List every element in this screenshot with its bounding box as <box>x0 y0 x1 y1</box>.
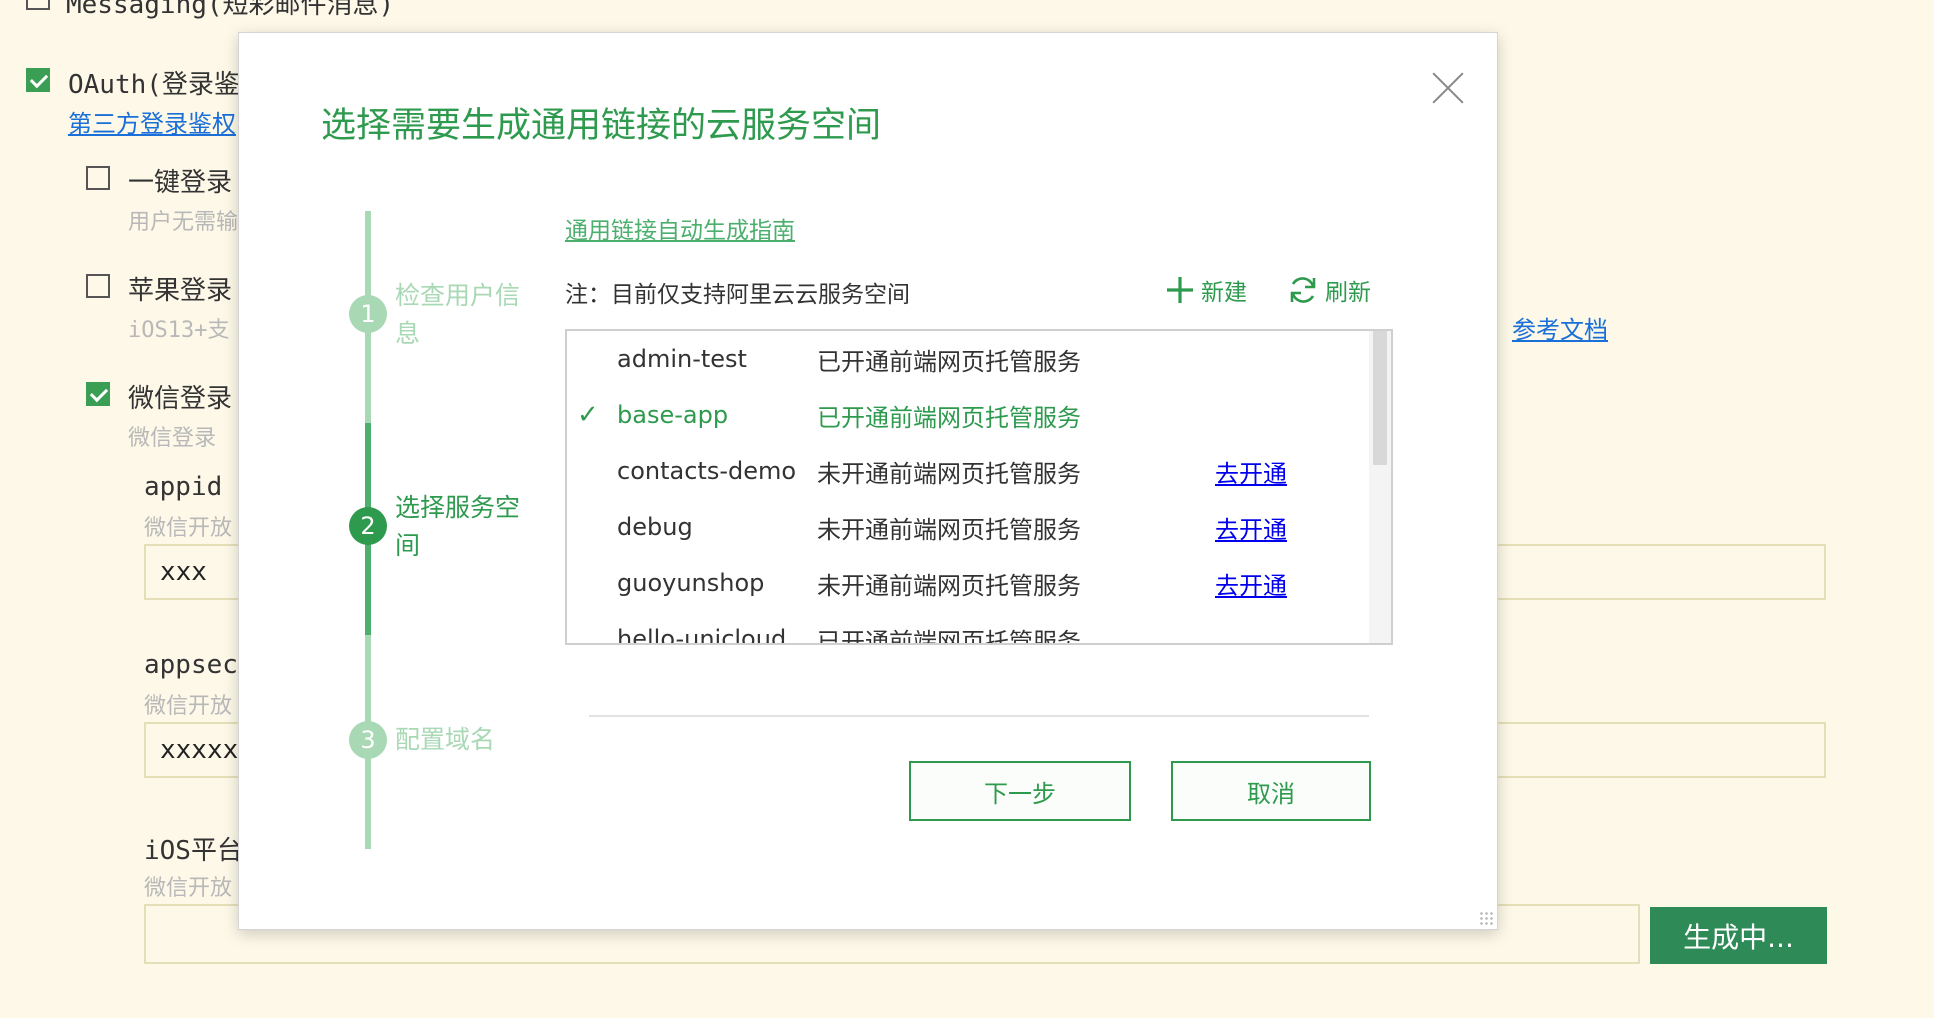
footer-divider <box>589 715 1369 717</box>
step-3-circle: 3 <box>349 721 387 759</box>
space-row-debug[interactable]: debug 未开通前端网页托管服务 去开通 <box>567 499 1367 555</box>
step-2-circle: 2 <box>349 507 387 545</box>
space-row-hello-unicloud[interactable]: hello-unicloud 已开通前端网页托管服务 <box>567 611 1367 645</box>
step-3-label: 配置域名 <box>395 725 496 754</box>
refresh-label: 刷新 <box>1325 280 1371 306</box>
space-row-admin-test[interactable]: admin-test 已开通前端网页托管服务 <box>567 331 1367 387</box>
one-click-login-checkbox[interactable] <box>86 166 110 190</box>
select-cloud-space-dialog: 选择需要生成通用链接的云服务空间 1 检查用户信息 2 选择服务空间 3 配置域… <box>238 32 1498 930</box>
appid-label: appid <box>144 472 223 502</box>
space-row-base-app[interactable]: ✓ base-app 已开通前端网页托管服务 <box>567 387 1367 443</box>
refresh-button[interactable]: 刷新 <box>1287 273 1371 307</box>
space-name: contacts-demo <box>617 457 797 485</box>
space-status: 未开通前端网页托管服务 <box>817 571 1081 600</box>
step-1-circle: 1 <box>349 295 387 333</box>
apple-login-desc: iOS13+支 <box>128 318 230 343</box>
space-status: 已开通前端网页托管服务 <box>817 627 1081 645</box>
space-name: admin-test <box>617 345 747 373</box>
wechat-login-label: 微信登录 <box>128 384 233 414</box>
universal-link-guide-link[interactable]: 通用链接自动生成指南 <box>565 211 795 245</box>
messaging-label: Messaging(短彩邮件消息) <box>66 0 395 20</box>
space-name: base-app <box>617 401 729 429</box>
enable-hosting-link[interactable]: 去开通 <box>1215 510 1287 545</box>
appsecret-desc: 微信开放 <box>144 694 233 719</box>
one-click-login-label: 一键登录 <box>128 168 233 198</box>
scrollbar-thumb[interactable] <box>1373 331 1387 465</box>
space-status: 已开通前端网页托管服务 <box>817 347 1081 376</box>
ios-platform-desc: 微信开放 <box>144 876 233 901</box>
one-click-login-desc: 用户无需输 <box>128 210 239 235</box>
check-icon: ✓ <box>577 400 599 430</box>
space-status: 已开通前端网页托管服务 <box>817 403 1081 432</box>
cancel-button[interactable]: 取消 <box>1171 761 1371 821</box>
step-1-label: 检查用户信息 <box>395 281 521 348</box>
list-scrollbar[interactable] <box>1369 331 1391 643</box>
apple-login-label: 苹果登录 <box>128 276 233 306</box>
generate-button[interactable]: 生成中... <box>1650 907 1827 964</box>
new-space-button[interactable]: 新建 <box>1165 273 1247 307</box>
aliyun-only-note: 注：目前仅支持阿里云云服务空间 <box>565 282 910 308</box>
appsecret-label: appsec <box>144 650 238 680</box>
reference-doc-link[interactable]: 参考文档 <box>1512 310 1608 345</box>
wechat-login-desc: 微信登录 <box>128 426 217 451</box>
space-name: debug <box>617 513 693 541</box>
refresh-icon <box>1290 277 1316 303</box>
space-row-guoyunshop[interactable]: guoyunshop 未开通前端网页托管服务 去开通 <box>567 555 1367 611</box>
close-icon[interactable] <box>1431 71 1465 105</box>
resize-grip-icon[interactable] <box>1479 911 1493 925</box>
space-row-contacts-demo[interactable]: contacts-demo 未开通前端网页托管服务 去开通 <box>567 443 1367 499</box>
oauth-label: OAuth(登录鉴 <box>68 70 240 100</box>
appid-desc: 微信开放 <box>144 516 233 541</box>
space-status: 未开通前端网页托管服务 <box>817 459 1081 488</box>
oauth-checkbox[interactable] <box>26 68 50 92</box>
messaging-checkbox[interactable] <box>26 0 50 10</box>
new-space-label: 新建 <box>1201 280 1247 306</box>
step-2-label: 选择服务空间 <box>395 493 521 560</box>
enable-hosting-link[interactable]: 去开通 <box>1215 566 1287 601</box>
wechat-login-checkbox[interactable] <box>86 382 110 406</box>
cloud-space-list[interactable]: admin-test 已开通前端网页托管服务 ✓ base-app 已开通前端网… <box>565 329 1393 645</box>
space-name: guoyunshop <box>617 569 765 597</box>
plus-icon <box>1167 277 1193 303</box>
ios-platform-label: iOS平台 <box>144 836 243 866</box>
apple-login-checkbox[interactable] <box>86 274 110 298</box>
enable-hosting-link[interactable]: 去开通 <box>1215 454 1287 489</box>
space-name: hello-unicloud <box>617 625 787 645</box>
space-status: 未开通前端网页托管服务 <box>817 515 1081 544</box>
dialog-title: 选择需要生成通用链接的云服务空间 <box>321 106 882 146</box>
next-step-button[interactable]: 下一步 <box>909 761 1131 821</box>
oauth-doc-link[interactable]: 第三方登录鉴权 <box>68 104 236 139</box>
